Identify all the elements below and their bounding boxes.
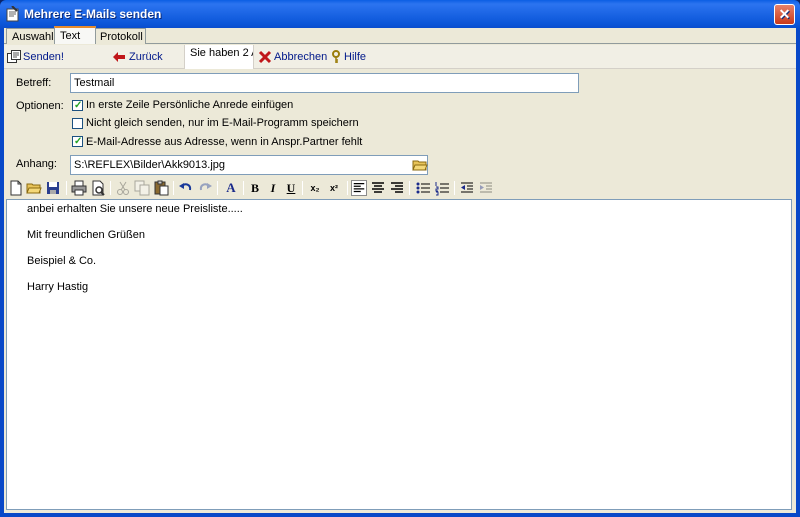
subject-input[interactable] <box>70 73 579 93</box>
title-bar[interactable]: Mehrere E-Mails senden ✕ <box>0 0 800 28</box>
option-personal-salutation-checkbox[interactable]: ✓ <box>72 100 83 111</box>
option-save-only-checkbox[interactable] <box>72 118 83 129</box>
editor-paragraph: Harry Hastig <box>27 281 89 293</box>
cancel-label: Abbrechen <box>274 51 328 63</box>
toolbar-separator <box>454 181 455 195</box>
send-button[interactable]: Senden! <box>7 48 67 66</box>
tab-auswahl[interactable]: Auswahl <box>6 28 56 44</box>
tab-protokoll[interactable]: Protokoll <box>94 28 146 44</box>
client-area: Auswahl Text Protokoll Senden! Zurück Si… <box>4 26 796 513</box>
new-document-icon[interactable] <box>8 180 24 196</box>
outdent-icon[interactable] <box>459 180 475 196</box>
option-personal-salutation-label[interactable]: In erste Zeile Persönliche Anrede einfüg… <box>86 99 293 111</box>
tab-strip: Auswahl Text Protokoll <box>4 26 796 44</box>
back-button[interactable]: Zurück <box>112 48 172 66</box>
window-title: Mehrere E-Mails senden <box>24 7 162 21</box>
mail-app-icon <box>6 6 19 22</box>
toolbar-separator <box>347 181 348 195</box>
toolbar-separator <box>243 181 244 195</box>
superscript-icon[interactable]: x² <box>326 180 342 196</box>
align-right-icon[interactable] <box>389 180 405 196</box>
browse-folder-icon[interactable] <box>412 157 428 173</box>
underline-icon[interactable]: U <box>283 180 299 196</box>
print-preview-icon[interactable] <box>90 180 106 196</box>
align-center-icon[interactable] <box>370 180 386 196</box>
close-button[interactable]: ✕ <box>774 4 795 25</box>
red-x-icon <box>258 50 272 64</box>
editor-paragraph: anbei erhalten Sie unsere neue Preislist… <box>27 203 243 215</box>
attachment-label: Anhang: <box>16 158 57 170</box>
option-save-only-label[interactable]: Nicht gleich senden, nur im E-Mail-Progr… <box>86 117 359 129</box>
save-icon[interactable] <box>45 180 61 196</box>
options-label: Optionen: <box>16 100 64 112</box>
subject-label: Betreff: <box>16 77 52 89</box>
undo-icon[interactable] <box>178 180 194 196</box>
font-color-icon[interactable]: A <box>223 180 239 196</box>
align-left-icon[interactable] <box>351 180 367 196</box>
send-label: Senden! <box>23 51 64 63</box>
back-label: Zurück <box>129 51 163 63</box>
toolbar-separator <box>302 181 303 195</box>
bullet-list-icon[interactable] <box>415 180 431 196</box>
toolbar-separator <box>110 181 111 195</box>
bold-icon[interactable]: B <box>247 180 263 196</box>
numbered-list-icon[interactable] <box>434 180 450 196</box>
check-mark-icon: ✓ <box>74 100 83 111</box>
cancel-button[interactable]: Abbrechen <box>258 48 328 66</box>
tab-text[interactable]: Text <box>54 26 96 44</box>
attachment-input[interactable] <box>70 155 428 175</box>
dialog-window: Mehrere E-Mails senden ✕ Auswahl Text Pr… <box>0 0 800 517</box>
editor-paragraph: Mit freundlichen Grüßen <box>27 229 145 241</box>
arrow-left-icon <box>113 52 125 62</box>
cut-icon[interactable] <box>115 180 131 196</box>
toolbar-separator <box>173 181 174 195</box>
editor-paragraph: Beispiel & Co. <box>27 255 97 267</box>
selection-status: Sie haben 2 Adressen ausgewählt <box>184 45 254 69</box>
copy-icon[interactable] <box>134 180 150 196</box>
open-folder-icon[interactable] <box>26 180 42 196</box>
indent-icon[interactable] <box>478 180 494 196</box>
print-icon[interactable] <box>71 180 87 196</box>
action-bar: Senden! Zurück Sie haben 2 Adressen ausg… <box>4 45 796 69</box>
toolbar-separator <box>66 181 67 195</box>
toolbar-separator <box>217 181 218 195</box>
message-editor[interactable]: anbei erhalten Sie unsere neue Preislist… <box>6 199 792 510</box>
help-button[interactable]: Hilfe <box>330 48 375 66</box>
option-email-fallback-label[interactable]: E-Mail-Adresse aus Adresse, wenn in Ansp… <box>86 136 362 148</box>
help-label: Hilfe <box>344 51 367 63</box>
check-mark-icon: ✓ <box>74 136 83 147</box>
toolbar-separator <box>409 181 410 195</box>
redo-icon[interactable] <box>197 180 213 196</box>
send-icon <box>7 50 21 63</box>
key-icon <box>332 50 340 63</box>
paste-icon[interactable] <box>153 180 169 196</box>
editor-toolbar: A B I U x₂ x² <box>4 178 796 198</box>
option-email-fallback-checkbox[interactable]: ✓ <box>72 136 83 147</box>
subscript-icon[interactable]: x₂ <box>307 180 323 196</box>
italic-icon[interactable]: I <box>265 180 281 196</box>
